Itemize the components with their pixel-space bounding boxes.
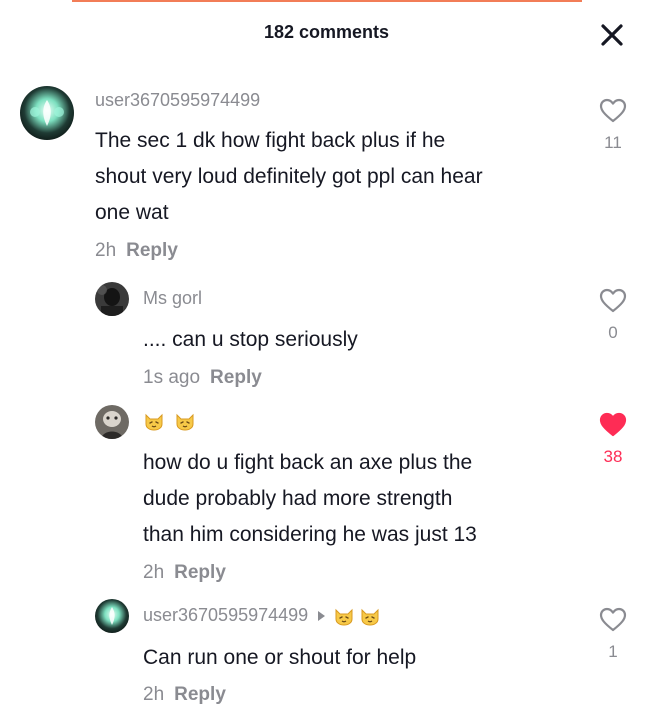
comment-username[interactable]: user3670595974499 — [143, 605, 381, 627]
comment-time: 2h — [143, 562, 165, 583]
comment-meta: 2h Reply — [95, 240, 178, 262]
reply-button[interactable]: Reply — [174, 562, 226, 583]
comment-username-emoji[interactable] — [143, 410, 196, 432]
comment-username[interactable]: Ms gorl — [143, 288, 202, 309]
avatar[interactable] — [95, 405, 129, 439]
like-count: 11 — [604, 133, 622, 152]
comment-text-line: dude probably had more strength — [143, 487, 453, 510]
reply-button[interactable]: Reply — [126, 240, 178, 261]
comment-text-line: shout very loud definitely got ppl can h… — [95, 165, 483, 188]
like-count: 1 — [608, 642, 618, 661]
comment-text-line: The sec 1 dk how fight back plus if he — [95, 129, 446, 152]
comment-text: The sec 1 dk how fight back plus if he s… — [95, 123, 483, 231]
comment-username[interactable]: user3670595974499 — [95, 90, 260, 111]
like-count: 38 — [603, 447, 623, 466]
cat-face-emoji — [335, 609, 353, 626]
like-button[interactable]: 0 — [593, 288, 633, 343]
heart-icon — [599, 288, 627, 313]
comment-meta: 2h Reply — [143, 684, 226, 706]
comment-text-line: one wat — [95, 201, 169, 224]
heart-icon — [599, 412, 627, 437]
close-button[interactable] — [599, 22, 625, 48]
cat-face-emoji — [176, 414, 194, 431]
top-accent-line — [72, 0, 582, 2]
comment-meta: 1s ago Reply — [143, 367, 262, 389]
cat-face-emoji — [361, 609, 379, 626]
avatar[interactable] — [95, 599, 129, 633]
reply-button[interactable]: Reply — [210, 367, 262, 388]
close-icon — [601, 24, 623, 46]
like-button[interactable]: 11 — [593, 98, 633, 153]
heart-icon — [599, 607, 627, 632]
comment-text-line: than him considering he was just 13 — [143, 523, 477, 546]
comment-time: 2h — [95, 240, 117, 261]
comment-username-text: user3670595974499 — [143, 605, 309, 625]
comment-time: 2h — [143, 684, 165, 705]
comment-text-line: how do u fight back an axe plus the — [143, 451, 473, 474]
like-button[interactable]: 1 — [593, 607, 633, 662]
cat-face-emoji — [145, 414, 163, 431]
comment-text: Can run one or shout for help — [143, 640, 416, 676]
avatar[interactable] — [95, 282, 129, 316]
comment-text-line: .... can u stop seriously — [143, 328, 358, 351]
comment-text: .... can u stop seriously — [143, 322, 358, 358]
reply-button[interactable]: Reply — [174, 684, 226, 705]
like-count: 0 — [608, 323, 618, 342]
comments-count-title: 182 comments — [263, 22, 390, 42]
heart-icon — [599, 98, 627, 123]
comment-meta: 2h Reply — [143, 562, 226, 584]
comment-text: how do u fight back an axe plus the dude… — [143, 445, 477, 553]
avatar[interactable] — [20, 86, 74, 140]
like-button[interactable]: 38 — [593, 412, 633, 467]
reply-arrow-icon — [318, 611, 326, 622]
comment-text-line: Can run one or shout for help — [143, 646, 417, 669]
comment-time: 1s ago — [143, 367, 201, 388]
